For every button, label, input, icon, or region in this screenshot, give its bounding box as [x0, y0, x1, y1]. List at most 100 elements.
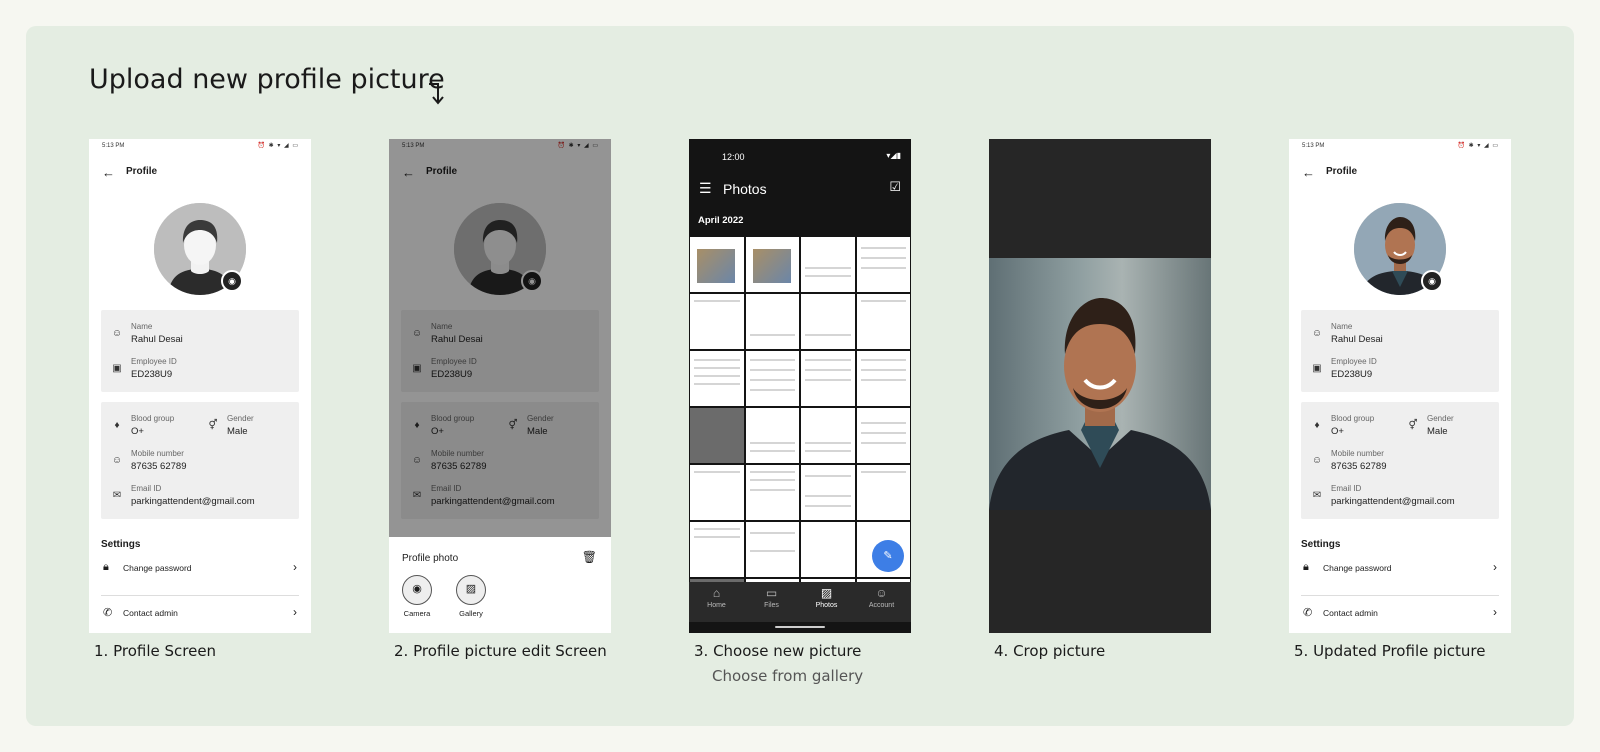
caption-step-5: 5. Updated Profile picture — [1294, 642, 1486, 660]
mail-icon: ✉ — [1312, 490, 1322, 501]
settings-heading: Settings — [101, 539, 141, 550]
sheet-title: Profile photo — [402, 553, 459, 564]
badge-icon: ▣ — [1312, 363, 1322, 374]
photo-thumbnail[interactable] — [745, 351, 799, 406]
app-bar: ← Profile — [1302, 165, 1358, 180]
menu-icon[interactable]: ☰ — [699, 180, 712, 197]
phone-profile-screen: 5:13 PM ⏰ ✱ ▾ ◢ ▭ ← Profile ◉ ☺ Name Rah… — [89, 139, 311, 633]
photo-thumbnail[interactable] — [690, 465, 744, 520]
caption-step-3: 3. Choose new picture — [694, 642, 862, 660]
person-icon: ☺ — [111, 455, 123, 466]
home-icon: ⌂ — [712, 586, 721, 600]
nav-files[interactable]: ▭ Files — [744, 586, 799, 609]
arrow-down-right-icon — [429, 83, 444, 105]
phone-icon: ✆ — [103, 607, 113, 619]
back-arrow-icon[interactable]: ← — [1302, 165, 1315, 180]
photo-thumbnail[interactable] — [690, 522, 744, 577]
back-arrow-icon[interactable]: ← — [102, 165, 115, 180]
caption-step-3-sub: Choose from gallery — [712, 667, 864, 685]
photo-grid — [690, 237, 910, 582]
divider — [1301, 595, 1499, 596]
photo-thumbnail[interactable] — [856, 351, 910, 406]
photo-thumbnail[interactable] — [690, 294, 744, 349]
page-title: Upload new profile picture — [89, 64, 445, 95]
photo-thumbnail[interactable] — [856, 237, 910, 292]
home-indicator — [775, 626, 825, 628]
status-bar: 5:13 PM ⏰ ✱ ▾ ◢ ▭ — [1302, 143, 1499, 149]
gender-icon: ⚥ — [1408, 420, 1418, 431]
water-drop-icon: ♦ — [1314, 420, 1320, 431]
photo-thumbnail[interactable] — [745, 408, 799, 463]
folder-icon: ▭ — [765, 586, 778, 600]
status-icons: ⏰ ✱ ▾ ◢ ▭ — [1457, 143, 1499, 149]
edit-photo-fab[interactable]: ✎ — [872, 540, 904, 572]
photo-thumbnail[interactable] — [690, 351, 744, 406]
camera-option-button[interactable]: ◉ Camera — [397, 575, 437, 618]
badge-icon: ▣ — [112, 363, 122, 374]
photo-thumbnail[interactable] — [801, 522, 855, 577]
month-heading: April 2022 — [698, 215, 744, 226]
chevron-right-icon: › — [293, 605, 297, 619]
image-icon: ▨ — [456, 575, 486, 605]
nav-account[interactable]: ☺ Account — [854, 586, 909, 609]
profile-photo-bottom-sheet: Profile photo 🗑︎ ◉ Camera ▨ Gallery — [389, 537, 611, 633]
gallery-option-button[interactable]: ▨ Gallery — [451, 575, 491, 618]
photo-thumbnail[interactable] — [690, 237, 744, 292]
nav-photos[interactable]: ▨ Photos — [799, 586, 854, 609]
person-icon: ☺ — [1311, 328, 1323, 339]
image-icon: ▨ — [820, 586, 833, 600]
phone-photos-gallery: 12:00 ▾◢▮ ☰ Photos ☑ April 2022 ✎ ⌂ Home… — [689, 139, 911, 633]
nav-home[interactable]: ⌂ Home — [689, 586, 744, 609]
photo-thumbnail[interactable] — [856, 465, 910, 520]
chevron-right-icon: › — [1493, 605, 1497, 619]
trash-icon[interactable]: 🗑︎ — [582, 550, 597, 564]
identity-card: ☺ Name Rahul Desai ▣ Employee ID ED238U9 — [1301, 310, 1499, 392]
bottom-navigation: ⌂ Home ▭ Files ▨ Photos ☺ Account — [689, 582, 911, 622]
chevron-right-icon: › — [1493, 560, 1497, 574]
phone-updated-profile: 5:13 PM ⏰ ✱ ▾ ◢ ▭ ← Profile ◉ ☺ Name Rah… — [1289, 139, 1511, 633]
divider — [101, 595, 299, 596]
status-icons: ⏰ ✱ ▾ ◢ ▭ — [257, 143, 299, 149]
photo-thumbnail[interactable] — [801, 465, 855, 520]
caption-step-2: 2. Profile picture edit Screen — [394, 642, 607, 660]
photo-thumbnail[interactable] — [801, 408, 855, 463]
chevron-right-icon: › — [293, 560, 297, 574]
account-icon: ☺ — [875, 586, 888, 600]
water-drop-icon: ♦ — [114, 420, 120, 431]
crop-area[interactable] — [989, 258, 1211, 510]
select-checkbox-icon[interactable]: ☑ — [889, 179, 901, 195]
app-bar-title: Photos — [723, 181, 767, 197]
camera-icon: ◉ — [402, 575, 432, 605]
photo-thumbnail[interactable] — [801, 351, 855, 406]
lock-icon: 🔒︎ — [1303, 561, 1309, 573]
person-icon: ☺ — [111, 328, 123, 339]
camera-icon[interactable]: ◉ — [221, 270, 243, 292]
app-bar-title: Profile — [126, 166, 158, 177]
phone-icon: ✆ — [1303, 607, 1313, 619]
camera-icon[interactable]: ◉ — [1421, 270, 1443, 292]
photo-thumbnail[interactable] — [801, 237, 855, 292]
phone-edit-screen: 5:13 PM ⏰ ✱ ▾ ◢ ▭ ← Profile ◉ ☺ Name Rah… — [389, 139, 611, 633]
portrait-photo — [989, 298, 1211, 510]
caption-step-4: 4. Crop picture — [994, 642, 1106, 660]
photo-thumbnail[interactable] — [856, 294, 910, 349]
change-password-row[interactable]: 🔒︎ Change password › — [101, 554, 299, 582]
photo-thumbnail[interactable] — [745, 237, 799, 292]
photo-thumbnail[interactable] — [745, 294, 799, 349]
app-bar: ← Profile — [89, 159, 311, 185]
change-password-row[interactable]: 🔒︎ Change password › — [1301, 554, 1499, 582]
photo-thumbnail[interactable] — [690, 408, 744, 463]
photo-thumbnail[interactable] — [745, 465, 799, 520]
contact-admin-row[interactable]: ✆ Contact admin › — [1301, 599, 1499, 627]
modal-scrim[interactable] — [389, 139, 611, 537]
photo-thumbnail[interactable] — [856, 408, 910, 463]
personal-info-card: ♦ Blood group O+ ⚥ Gender Male ☺ Mobile … — [1301, 402, 1499, 519]
status-bar: 12:00 ▾◢▮ — [722, 151, 901, 162]
photo-thumbnail[interactable] — [745, 522, 799, 577]
contact-admin-row[interactable]: ✆ Contact admin › — [101, 599, 299, 627]
identity-card: ☺ Name Rahul Desai ▣ Employee ID ED238U9 — [101, 310, 299, 392]
app-bar: ☰ Photos ☑ — [689, 169, 911, 209]
mail-icon: ✉ — [112, 490, 122, 501]
status-bar: 5:13 PM ⏰ ✱ ▾ ◢ ▭ — [102, 143, 299, 149]
photo-thumbnail[interactable] — [801, 294, 855, 349]
